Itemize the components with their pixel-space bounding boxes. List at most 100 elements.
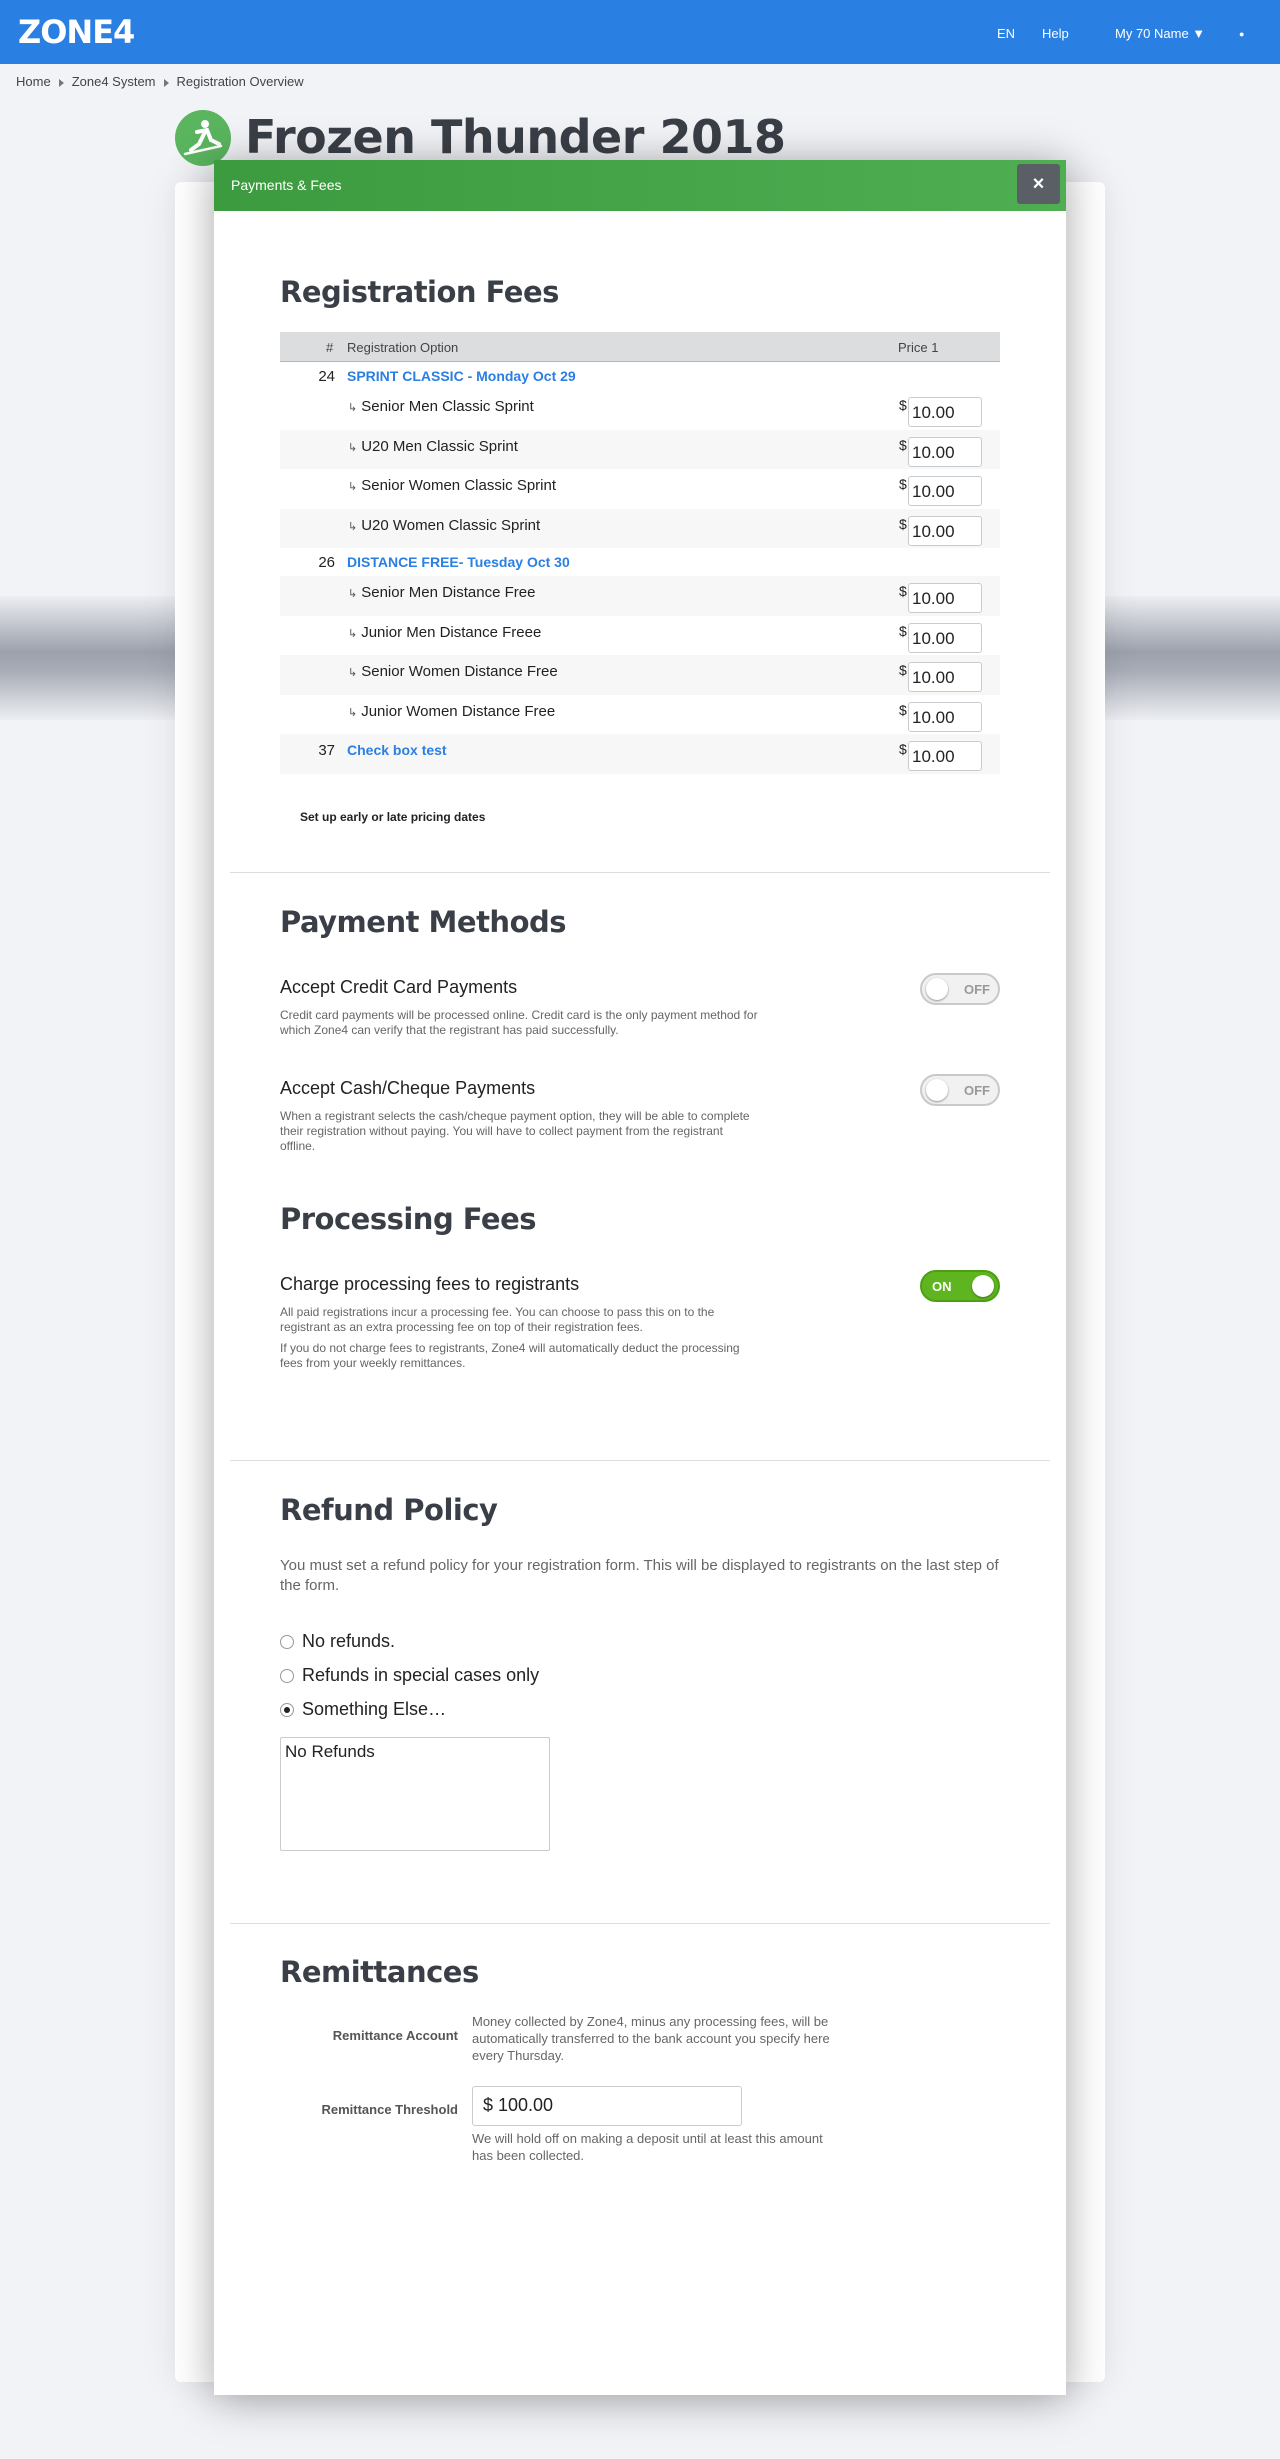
- column-registration-option: Registration Option: [347, 340, 459, 355]
- processing-fees-setting-title: Charge processing fees to registrants: [280, 1274, 580, 1294]
- remittance-threshold-desc: We will hold off on making a deposit unt…: [472, 2131, 823, 2163]
- radio-button[interactable]: [280, 1635, 294, 1650]
- section-divider: [230, 872, 1050, 873]
- option-name: ↳ Senior Men Distance Free: [348, 584, 536, 601]
- option-name: ↳ Senior Women Distance Free: [348, 663, 558, 680]
- price-input[interactable]: 10.00: [908, 436, 982, 467]
- refund-option-no-refunds[interactable]: No refunds.: [280, 1631, 395, 1652]
- skier-icon: [175, 110, 231, 166]
- option-name: ↳ Senior Women Classic Sprint: [348, 477, 557, 494]
- option-row: ↳ Junior Women Distance Free $ 10.00: [280, 695, 1000, 735]
- processing-fees-heading: Processing Fees: [280, 1202, 537, 1236]
- currency-symbol: $: [899, 476, 907, 492]
- remittance-threshold-input[interactable]: $ 100.00: [472, 2086, 742, 2126]
- processing-fees-toggle[interactable]: ON: [920, 1270, 1000, 1302]
- toggle-knob: [972, 1275, 994, 1297]
- sub-arrow-icon: ↳: [348, 441, 358, 454]
- price-input[interactable]: 10.00: [908, 515, 982, 546]
- chevron-right-icon: [58, 78, 64, 87]
- group-name-link[interactable]: Check box test: [347, 742, 447, 758]
- price-input[interactable]: 10.00: [908, 476, 982, 506]
- price-input[interactable]: 10.00: [908, 741, 982, 771]
- toggle-state: ON: [932, 1279, 952, 1294]
- page-title: Frozen Thunder 2018: [245, 110, 786, 164]
- refund-option-special-cases[interactable]: Refunds in special cases only: [280, 1665, 539, 1686]
- group-name-link[interactable]: DISTANCE FREE- Tuesday Oct 30: [347, 554, 570, 570]
- option-row: ↳ Senior Men Distance Free $ 10.00: [280, 576, 1000, 616]
- breadcrumb-registration-overview[interactable]: Registration Overview: [177, 74, 304, 89]
- credit-card-toggle[interactable]: OFF: [920, 973, 1000, 1005]
- breadcrumb-home[interactable]: Home: [16, 74, 51, 89]
- section-divider: [230, 1460, 1050, 1461]
- sub-arrow-icon: ↳: [348, 588, 358, 600]
- chevron-right-icon: [163, 78, 169, 87]
- toggle-state: OFF: [964, 982, 990, 997]
- option-name: ↳ U20 Men Classic Sprint: [348, 437, 518, 455]
- modal-title: Payments & Fees: [231, 177, 342, 193]
- option-name: ↳ Junior Women Distance Free: [348, 702, 556, 720]
- option-row: ↳ Senior Women Distance Free $ 10.00: [280, 655, 1000, 695]
- option-name: ↳ Junior Men Distance Freee: [348, 623, 542, 641]
- remittance-account-desc: Money collected by Zone4, minus any proc…: [472, 2014, 830, 2063]
- credit-card-setting-title: Accept Credit Card Payments: [280, 977, 518, 997]
- top-navbar: ZONE4 EN Help My 70 Name ▼ ●: [0, 0, 1280, 64]
- zone4-logo[interactable]: ZONE4: [18, 13, 135, 51]
- sub-arrow-icon: ↳: [348, 627, 358, 640]
- sub-arrow-icon: ↳: [348, 667, 358, 679]
- section-divider: [230, 1923, 1050, 1924]
- toggle-state: OFF: [964, 1083, 990, 1098]
- account-menu[interactable]: My 70 Name ▼: [1115, 26, 1205, 41]
- radio-button[interactable]: [280, 1669, 294, 1684]
- breadcrumb-zone4-system[interactable]: Zone4 System: [72, 74, 156, 89]
- registration-fees-table: # Registration Option Price 1 24 SPRINT …: [280, 332, 1000, 774]
- cash-cheque-setting-title: Accept Cash/Cheque Payments: [280, 1078, 536, 1098]
- remittance-account-label: Remittance Account: [332, 2028, 458, 2043]
- currency-symbol: $: [899, 515, 907, 532]
- breadcrumb: Home Zone4 System Registration Overview: [16, 74, 304, 89]
- sub-arrow-icon: ↳: [348, 402, 358, 414]
- price-input[interactable]: 10.00: [908, 662, 982, 692]
- processing-fees-desc-1: All paid registrations incur a processin…: [280, 1305, 715, 1334]
- sub-arrow-icon: ↳: [348, 481, 358, 493]
- currency-symbol: $: [899, 436, 907, 453]
- early-late-pricing-link[interactable]: Set up early or late pricing dates: [300, 810, 485, 824]
- language-selector[interactable]: EN: [997, 26, 1015, 41]
- cash-cheque-toggle[interactable]: OFF: [920, 1074, 1000, 1106]
- refund-option-something-else[interactable]: Something Else…: [280, 1699, 446, 1720]
- credit-card-setting-desc: Credit card payments will be processed o…: [280, 1008, 758, 1037]
- currency-symbol: $: [899, 622, 907, 639]
- toggle-knob: [926, 978, 948, 1000]
- processing-fees-desc-2: If you do not charge fees to registrants…: [280, 1341, 740, 1370]
- option-row: ↳ U20 Women Classic Sprint $ 10.00: [280, 508, 1000, 548]
- group-row-check-box-test: 37 Check box test $ 10.00: [280, 734, 1000, 774]
- refund-policy-textarea[interactable]: No Refunds: [280, 1737, 550, 1851]
- price-input[interactable]: 10.00: [908, 397, 982, 427]
- help-link[interactable]: Help: [1042, 26, 1069, 41]
- remittance-threshold-label: Remittance Threshold: [321, 2102, 458, 2117]
- refund-policy-desc: You must set a refund policy for your re…: [280, 1557, 999, 1594]
- group-num: 24: [318, 368, 335, 385]
- payments-fees-modal: Payments & Fees × Registration Fees # Re…: [214, 160, 1066, 2395]
- option-name: ↳ U20 Women Classic Sprint: [348, 516, 541, 534]
- price-input[interactable]: 10.00: [908, 701, 982, 732]
- group-num: 26: [318, 554, 335, 571]
- refund-policy-heading: Refund Policy: [280, 1493, 498, 1527]
- column-price-1: Price 1: [898, 340, 939, 355]
- currency-symbol: $: [899, 701, 907, 718]
- close-button[interactable]: ×: [1017, 164, 1060, 204]
- sub-arrow-icon: ↳: [348, 706, 358, 719]
- option-row: ↳ Senior Men Classic Sprint $ 10.00: [280, 390, 1000, 430]
- modal-header: Payments & Fees ×: [214, 160, 1066, 211]
- option-row: ↳ U20 Men Classic Sprint $ 10.00: [280, 429, 1000, 469]
- cash-cheque-setting-desc: When a registrant selects the cash/chequ…: [280, 1109, 750, 1153]
- toggle-knob: [926, 1079, 948, 1101]
- radio-button-selected[interactable]: [280, 1703, 294, 1718]
- price-input[interactable]: 10.00: [908, 622, 982, 653]
- group-name-link[interactable]: SPRINT CLASSIC - Monday Oct 29: [347, 368, 576, 384]
- option-row: ↳ Senior Women Classic Sprint $ 10.00: [280, 469, 1000, 509]
- sub-arrow-icon: ↳: [348, 520, 358, 533]
- price-input[interactable]: 10.00: [908, 583, 982, 613]
- table-header: # Registration Option Price 1: [280, 332, 1000, 362]
- payment-methods-heading: Payment Methods: [280, 905, 567, 939]
- notification-dot-icon[interactable]: ●: [1239, 29, 1244, 39]
